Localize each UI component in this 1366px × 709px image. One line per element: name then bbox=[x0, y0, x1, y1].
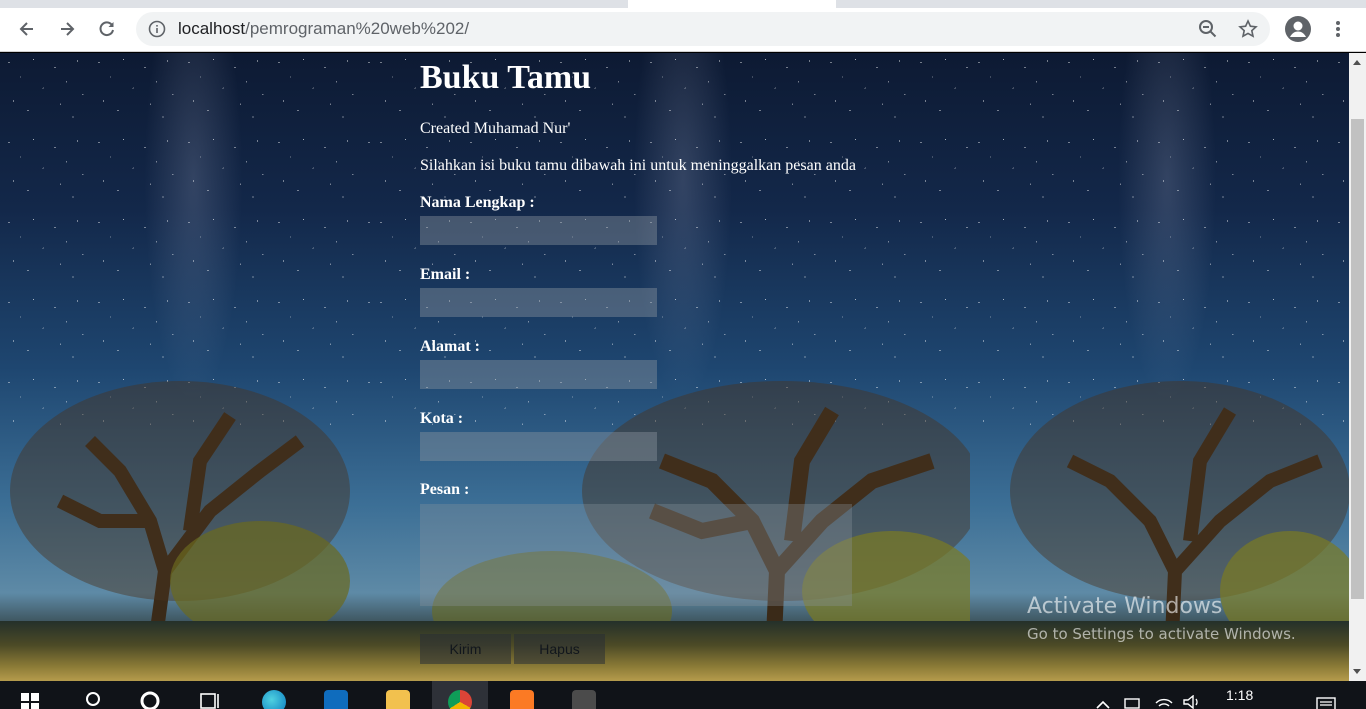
submit-button[interactable]: Kirim bbox=[420, 634, 511, 664]
name-label: Nama Lengkap : bbox=[420, 194, 535, 211]
volume-icon[interactable] bbox=[1182, 695, 1202, 709]
edge-icon bbox=[262, 690, 286, 709]
watermark-title: Activate Windows bbox=[1027, 594, 1223, 619]
url-text[interactable]: localhost/pemrograman%20web%202/ bbox=[178, 19, 469, 39]
page-viewport: Buku Tamu Created Muhamad Nur' Silahkan … bbox=[0, 53, 1349, 681]
battery-icon[interactable] bbox=[1124, 697, 1142, 709]
chrome-icon bbox=[448, 690, 472, 709]
reload-button[interactable] bbox=[90, 12, 124, 46]
background-tile bbox=[0, 53, 372, 681]
arrow-left-icon bbox=[19, 22, 33, 36]
vertical-scrollbar[interactable] bbox=[1349, 53, 1366, 681]
taskbar-chrome[interactable] bbox=[432, 681, 488, 709]
intro-text: Silahkan isi buku tamu dibawah ini untuk… bbox=[420, 157, 856, 174]
reset-button[interactable]: Hapus bbox=[514, 634, 605, 664]
taskbar-mail[interactable] bbox=[312, 681, 360, 709]
city-input[interactable] bbox=[420, 432, 657, 461]
folder-icon bbox=[386, 690, 410, 709]
cortana-icon bbox=[140, 691, 160, 709]
search-button[interactable] bbox=[70, 681, 118, 709]
info-icon[interactable] bbox=[148, 20, 166, 38]
start-button[interactable] bbox=[6, 681, 54, 709]
profile-button[interactable] bbox=[1281, 12, 1315, 46]
search-icon bbox=[86, 692, 100, 706]
task-view-icon bbox=[200, 693, 219, 709]
task-view-button[interactable] bbox=[186, 681, 234, 709]
address-bar[interactable]: localhost/pemrograman%20web%202/ bbox=[136, 12, 1270, 46]
reload-icon bbox=[99, 21, 114, 37]
scroll-up-icon[interactable] bbox=[1353, 60, 1361, 65]
sublime-text-icon bbox=[572, 690, 596, 709]
city-label: Kota : bbox=[420, 410, 464, 427]
tab-strip bbox=[0, 0, 1366, 8]
name-input[interactable] bbox=[420, 216, 657, 245]
scrollbar-thumb[interactable] bbox=[1351, 119, 1364, 599]
more-vert-icon bbox=[1336, 21, 1340, 37]
forward-button[interactable] bbox=[50, 12, 84, 46]
cortana-button[interactable] bbox=[126, 681, 174, 709]
wifi-icon[interactable] bbox=[1154, 695, 1174, 709]
taskbar-edge[interactable] bbox=[250, 681, 298, 709]
message-textarea[interactable] bbox=[420, 504, 852, 606]
windows-logo-icon bbox=[21, 693, 39, 709]
windows-taskbar: 1:18 bbox=[0, 681, 1366, 709]
menu-button[interactable] bbox=[1321, 12, 1355, 46]
browser-toolbar: localhost/pemrograman%20web%202/ bbox=[0, 8, 1366, 52]
author-credit: Created Muhamad Nur' bbox=[420, 120, 571, 137]
activate-windows-watermark: Activate Windows Go to Settings to activ… bbox=[1027, 594, 1296, 643]
email-input[interactable] bbox=[420, 288, 657, 317]
address-input[interactable] bbox=[420, 360, 657, 389]
star-icon[interactable] bbox=[1238, 19, 1258, 39]
taskbar-xampp[interactable] bbox=[498, 681, 546, 709]
avatar-icon bbox=[1285, 16, 1311, 42]
address-label: Alamat : bbox=[420, 338, 480, 355]
taskbar-clock[interactable]: 1:18 bbox=[1226, 687, 1253, 703]
xampp-icon bbox=[510, 690, 534, 709]
watermark-subtitle: Go to Settings to activate Windows. bbox=[1027, 625, 1296, 643]
back-button[interactable] bbox=[10, 12, 44, 46]
taskbar-sublime[interactable] bbox=[560, 681, 608, 709]
background-tile bbox=[970, 53, 1349, 681]
url-host: localhost bbox=[178, 19, 246, 38]
arrow-right-icon bbox=[61, 22, 75, 36]
active-tab[interactable] bbox=[628, 0, 836, 8]
email-label: Email : bbox=[420, 266, 471, 283]
notifications-icon[interactable] bbox=[1316, 697, 1336, 709]
taskbar-file-explorer[interactable] bbox=[374, 681, 422, 709]
page-title: Buku Tamu bbox=[420, 59, 592, 96]
zoom-icon[interactable] bbox=[1198, 19, 1218, 39]
scroll-down-icon[interactable] bbox=[1353, 669, 1361, 674]
message-label: Pesan : bbox=[420, 481, 470, 498]
chevron-up-icon[interactable] bbox=[1096, 699, 1110, 709]
mail-icon bbox=[324, 690, 348, 709]
url-path: /pemrograman%20web%202/ bbox=[245, 19, 470, 38]
